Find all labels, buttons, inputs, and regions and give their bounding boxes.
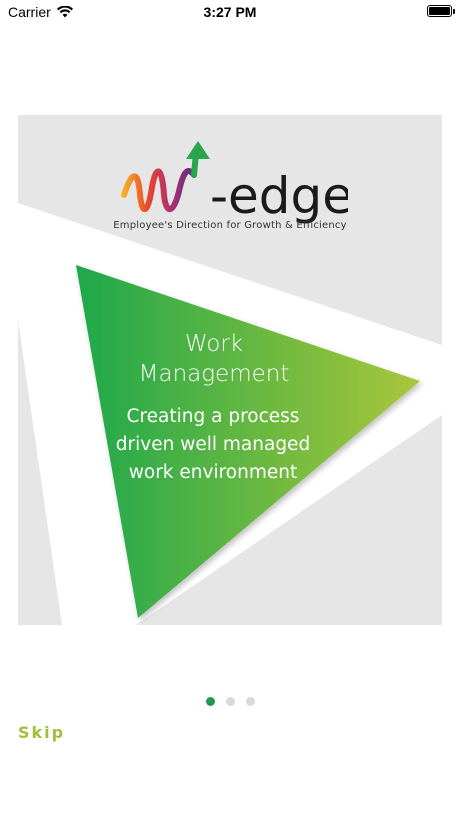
logo-wordmark: -edge: [210, 167, 348, 225]
battery-icon: [427, 5, 455, 17]
slide-title-line1: Work: [184, 331, 244, 357]
status-time: 3:27 PM: [203, 4, 257, 20]
onboarding-screen: Carrier 3:27 PM -edge Employee's Directi…: [0, 0, 460, 818]
page-dot-3[interactable]: [245, 697, 255, 706]
slide-description: Creating a process driven well managed w…: [115, 406, 311, 483]
slide-title-line2: Management: [138, 361, 290, 387]
page-indicator[interactable]: [0, 697, 460, 706]
page-dot-2[interactable]: [225, 697, 235, 706]
skip-button[interactable]: Skip: [18, 723, 65, 742]
onboarding-slide[interactable]: -edge Employee's Direction for Growth & …: [18, 115, 442, 625]
page-dot-1[interactable]: [205, 697, 215, 706]
status-right: [427, 5, 455, 17]
logo-tagline: Employee's Direction for Growth & Effici…: [113, 220, 347, 231]
status-bar: Carrier 3:27 PM: [0, 0, 460, 24]
slide-title: Work Management: [116, 329, 312, 389]
